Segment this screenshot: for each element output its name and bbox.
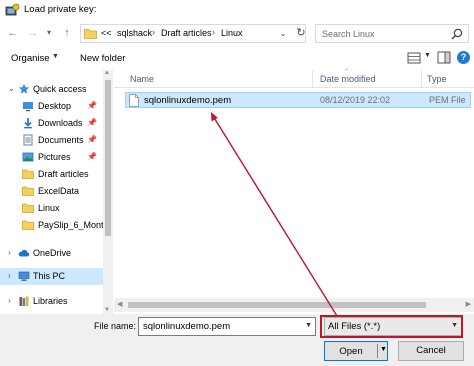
column-divider[interactable]	[312, 70, 313, 88]
split-divider	[377, 344, 378, 358]
nav-item-exceldata[interactable]: ExcelData	[0, 183, 103, 200]
breadcrumb-linux[interactable]: Linux	[221, 28, 243, 38]
folder-icon	[22, 220, 34, 230]
title-bar: Load private key:	[0, 0, 474, 20]
scroll-down-icon[interactable]: ▼	[104, 307, 110, 313]
nav-item-linux[interactable]: Linux	[0, 200, 103, 217]
documents-icon	[23, 134, 33, 146]
new-folder-button[interactable]: New folder	[80, 53, 125, 64]
pictures-icon	[22, 152, 34, 162]
breadcrumb-overflow[interactable]: <<	[101, 28, 112, 38]
chevron-down-icon[interactable]: ▼	[52, 53, 59, 60]
breadcrumb-separator-icon[interactable]: ›	[212, 27, 215, 37]
nav-item-draft-articles[interactable]: Draft articles	[0, 166, 103, 183]
breadcrumb-draft-articles[interactable]: Draft articles	[161, 28, 212, 38]
nav-item-payslip[interactable]: PaySlip_6_Month	[0, 217, 109, 234]
column-date-modified[interactable]: Date modified	[320, 74, 376, 84]
up-arrow-icon[interactable]: ↑	[60, 26, 74, 40]
refresh-icon[interactable]: ↻	[294, 24, 308, 43]
scroll-up-icon[interactable]: ▲	[104, 70, 110, 76]
desktop-icon	[23, 102, 33, 112]
dialog-footer: File name: sqlonlinuxdemo.pem ▼ All File…	[0, 314, 474, 366]
column-type[interactable]: Type	[427, 74, 447, 84]
chevron-right-icon[interactable]: ›	[8, 296, 11, 305]
open-button-label: Open	[339, 346, 363, 357]
pin-icon[interactable]: 📌	[87, 101, 97, 110]
search-placeholder: Search Linux	[322, 29, 375, 39]
cancel-button[interactable]: Cancel	[398, 341, 464, 361]
nav-item-pictures[interactable]: Pictures 📌	[0, 149, 103, 166]
breadcrumb-sqlshack[interactable]: sqlshack	[117, 28, 152, 38]
file-name-label: File name:	[94, 321, 137, 331]
search-input[interactable]: Search Linux	[315, 24, 469, 43]
chevron-down-icon[interactable]: ▼	[380, 346, 387, 353]
computer-icon	[18, 271, 30, 281]
scrollbar-thumb[interactable]	[105, 80, 111, 236]
chevron-down-icon[interactable]: ⌄	[8, 84, 15, 93]
column-divider[interactable]	[421, 70, 422, 88]
nav-item-downloads[interactable]: Downloads 📌	[0, 115, 103, 132]
file-name-value: sqlonlinuxdemo.pem	[143, 321, 231, 332]
preview-pane-icon[interactable]	[437, 51, 451, 64]
download-icon	[24, 118, 32, 129]
file-type: PEM File	[429, 95, 466, 105]
address-bar[interactable]: << sqlshack › Draft articles › Linux	[80, 24, 306, 43]
nav-item-quick-access[interactable]: ⌄ Quick access	[0, 81, 103, 98]
column-header: ⌃ Name Date modified Type	[114, 69, 474, 88]
nav-item-documents[interactable]: Documents 📌	[0, 132, 103, 149]
forward-arrow-icon[interactable]: →	[26, 26, 40, 40]
back-arrow-icon[interactable]: ←	[6, 26, 20, 40]
breadcrumb-separator-icon[interactable]: ›	[152, 27, 155, 37]
scroll-left-icon[interactable]: ◀	[117, 300, 122, 308]
nav-item-desktop[interactable]: Desktop 📌	[0, 98, 103, 115]
open-button[interactable]: Open ▼	[324, 341, 388, 361]
file-date: 08/12/2019 22:02	[320, 95, 391, 105]
star-icon	[18, 83, 30, 94]
folder-icon	[22, 186, 34, 196]
annotation-highlight-box	[320, 315, 463, 338]
change-view-icon[interactable]	[407, 52, 421, 64]
command-bar: Organise ▼ New folder ▼ ?	[0, 46, 474, 70]
scrollbar-thumb[interactable]	[128, 302, 426, 308]
pin-icon[interactable]: 📌	[87, 118, 97, 127]
pin-icon[interactable]: 📌	[87, 135, 97, 144]
address-dropdown-icon[interactable]: ⌄	[276, 24, 290, 43]
file-row[interactable]: sqlonlinuxdemo.pem 08/12/2019 22:02 PEM …	[125, 92, 471, 108]
chevron-right-icon[interactable]: ›	[8, 271, 11, 280]
window-title: Load private key:	[24, 4, 97, 15]
file-icon	[129, 94, 139, 107]
nav-item-onedrive[interactable]: › OneDrive	[0, 245, 103, 262]
folder-icon	[22, 169, 34, 179]
file-name-field[interactable]: sqlonlinuxdemo.pem ▼	[138, 317, 316, 336]
pin-icon[interactable]: 📌	[87, 152, 97, 161]
column-name[interactable]: Name	[130, 74, 154, 84]
folder-icon	[22, 203, 34, 213]
chevron-right-icon[interactable]: ›	[8, 248, 11, 257]
recent-locations-chevron-icon[interactable]: ▾	[44, 26, 54, 40]
file-name: sqlonlinuxdemo.pem	[144, 95, 232, 106]
chevron-down-icon[interactable]: ▼	[305, 322, 312, 329]
navigation-scrollbar[interactable]: ▲ ▼	[103, 70, 113, 314]
putty-key-icon	[5, 3, 20, 16]
organise-button[interactable]: Organise	[11, 53, 50, 64]
folder-icon	[84, 29, 97, 39]
help-icon[interactable]: ?	[457, 51, 470, 64]
navigation-bar: ← → ▾ ↑ << sqlshack › Draft articles › L…	[0, 20, 474, 46]
cloud-icon	[18, 249, 30, 257]
file-list: ⌃ Name Date modified Type sqlonlinuxdemo…	[114, 69, 474, 314]
search-icon[interactable]	[451, 28, 463, 40]
library-icon	[19, 296, 29, 306]
nav-item-libraries[interactable]: › Libraries	[0, 293, 103, 310]
navigation-pane: ⌄ Quick access Desktop 📌 Downloads 📌 Doc…	[0, 70, 113, 314]
scroll-right-icon[interactable]: ▶	[466, 300, 471, 308]
horizontal-scrollbar[interactable]: ◀ ▶	[114, 298, 474, 312]
nav-item-this-pc[interactable]: › This PC	[0, 268, 103, 285]
chevron-down-icon[interactable]: ▼	[424, 52, 431, 59]
